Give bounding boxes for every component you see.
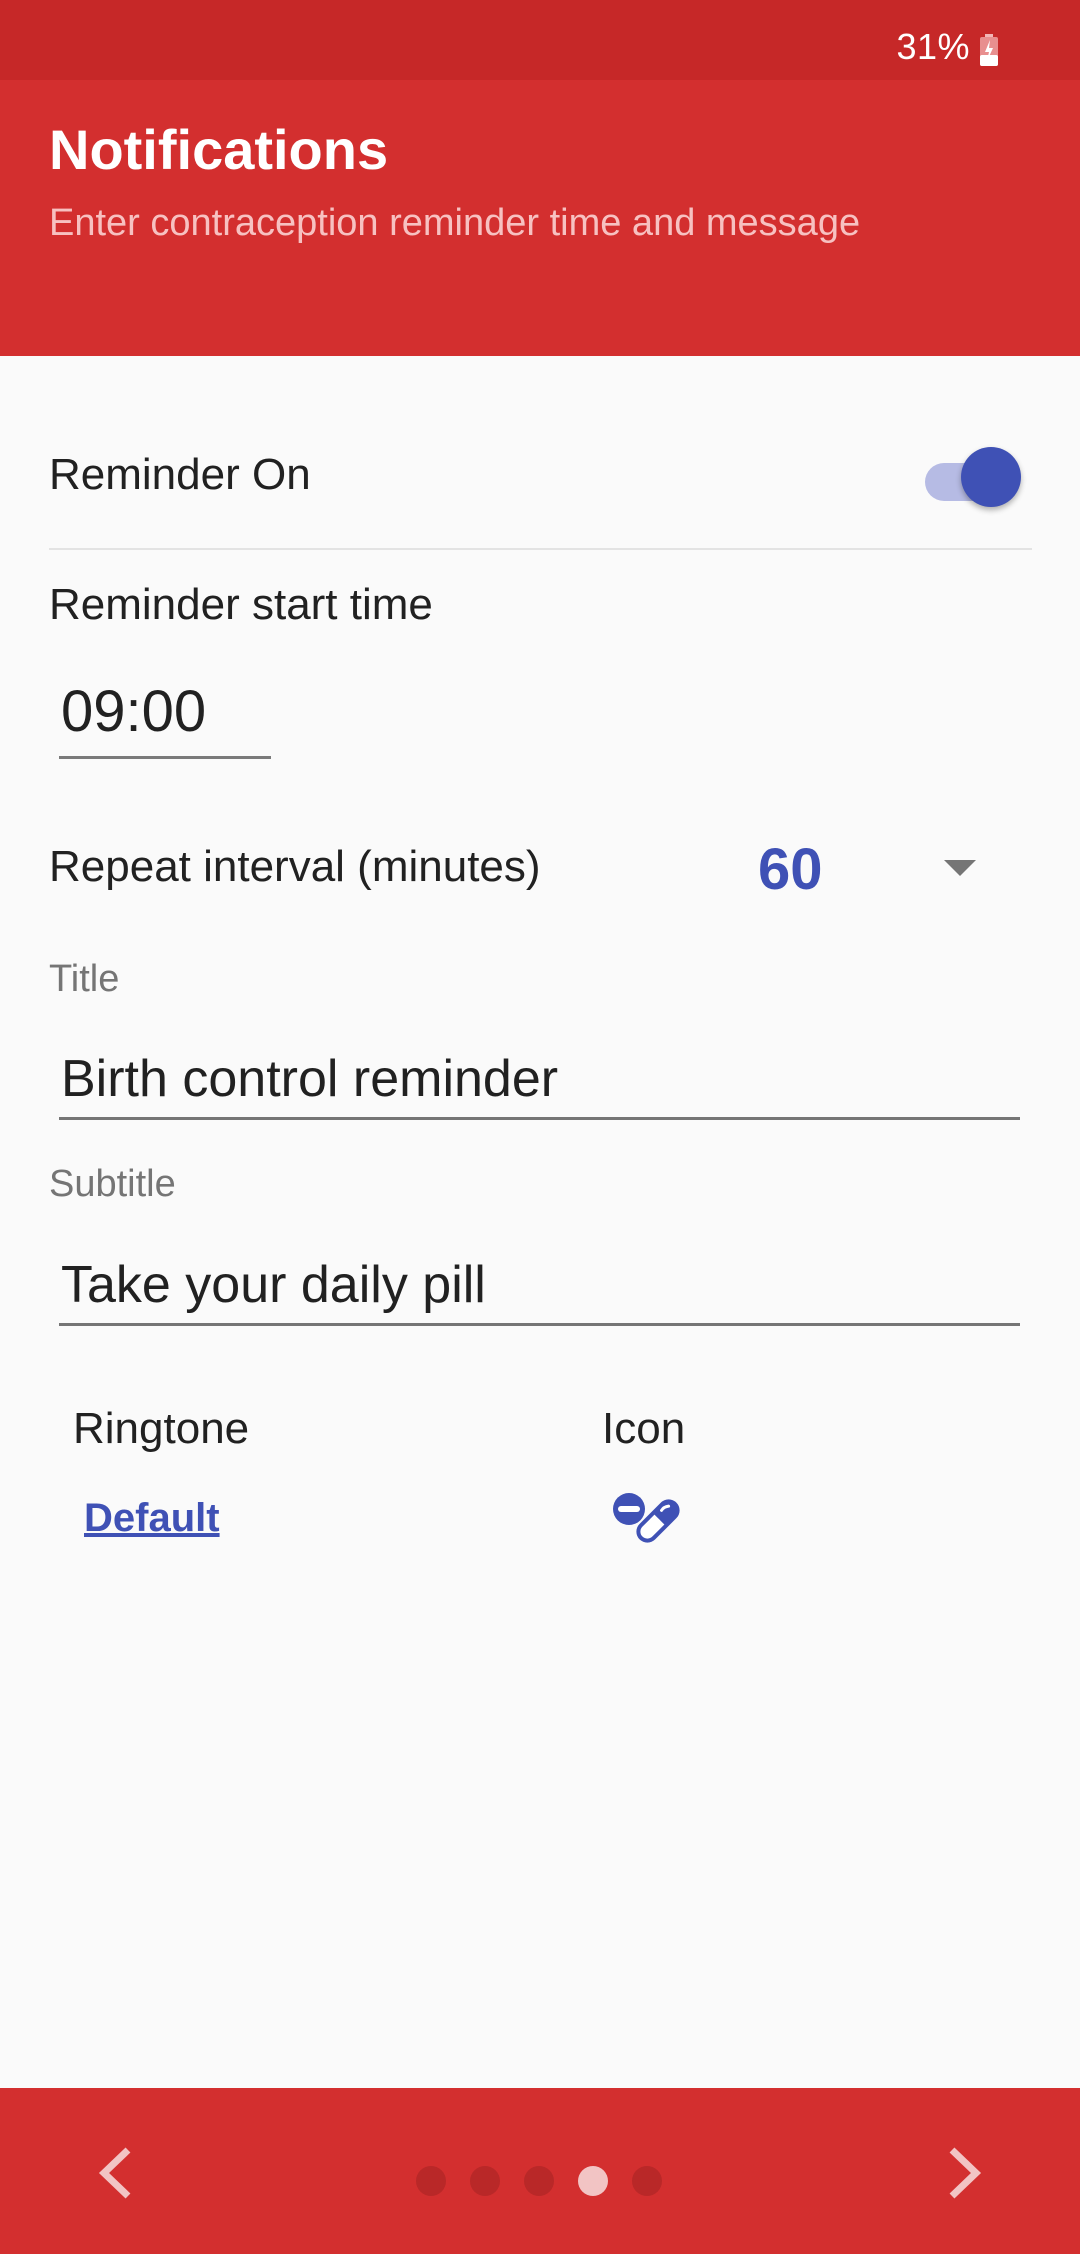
battery-percent: 31% [896,26,970,67]
subtitle-input[interactable]: Take your daily pill [59,1243,1020,1326]
chevron-left-icon[interactable] [82,2138,152,2208]
title-input-value: Birth control reminder [61,1050,559,1108]
ringtone-default-link[interactable]: Default [84,1496,220,1541]
title-field-label: Title [49,958,120,1000]
reminder-on-label: Reminder On [49,450,311,499]
page-title: Notifications [49,118,389,181]
page-dot-5[interactable] [632,2166,662,2196]
subtitle-field-label: Subtitle [49,1163,176,1205]
subtitle-input-value: Take your daily pill [61,1256,486,1314]
battery-charging-icon [980,34,998,66]
chevron-right-icon[interactable] [928,2138,998,2208]
page-subtitle: Enter contraception reminder time and me… [49,202,861,244]
status-bar: 31% [0,0,1080,80]
page-header: Notifications Enter contraception remind… [0,80,1080,356]
icon-label: Icon [602,1404,686,1453]
start-time-field[interactable]: 09:00 [59,672,271,759]
pills-icon[interactable] [612,1492,684,1548]
repeat-interval-label: Repeat interval (minutes) [49,842,541,891]
repeat-interval-value[interactable]: 60 [758,836,823,903]
bottom-navigation [0,2088,1080,2254]
ringtone-label: Ringtone [73,1404,250,1453]
reminder-on-switch[interactable] [925,447,1025,507]
divider [49,548,1032,550]
page-indicator [416,2166,662,2196]
start-time-value: 09:00 [61,679,207,744]
page-dot-3[interactable] [524,2166,554,2196]
dropdown-arrow-icon[interactable] [944,860,976,876]
title-input[interactable]: Birth control reminder [59,1037,1020,1120]
switch-thumb [961,447,1021,507]
page-dot-1[interactable] [416,2166,446,2196]
page-dot-4-active[interactable] [578,2166,608,2196]
page-dot-2[interactable] [470,2166,500,2196]
start-time-label: Reminder start time [49,580,433,629]
